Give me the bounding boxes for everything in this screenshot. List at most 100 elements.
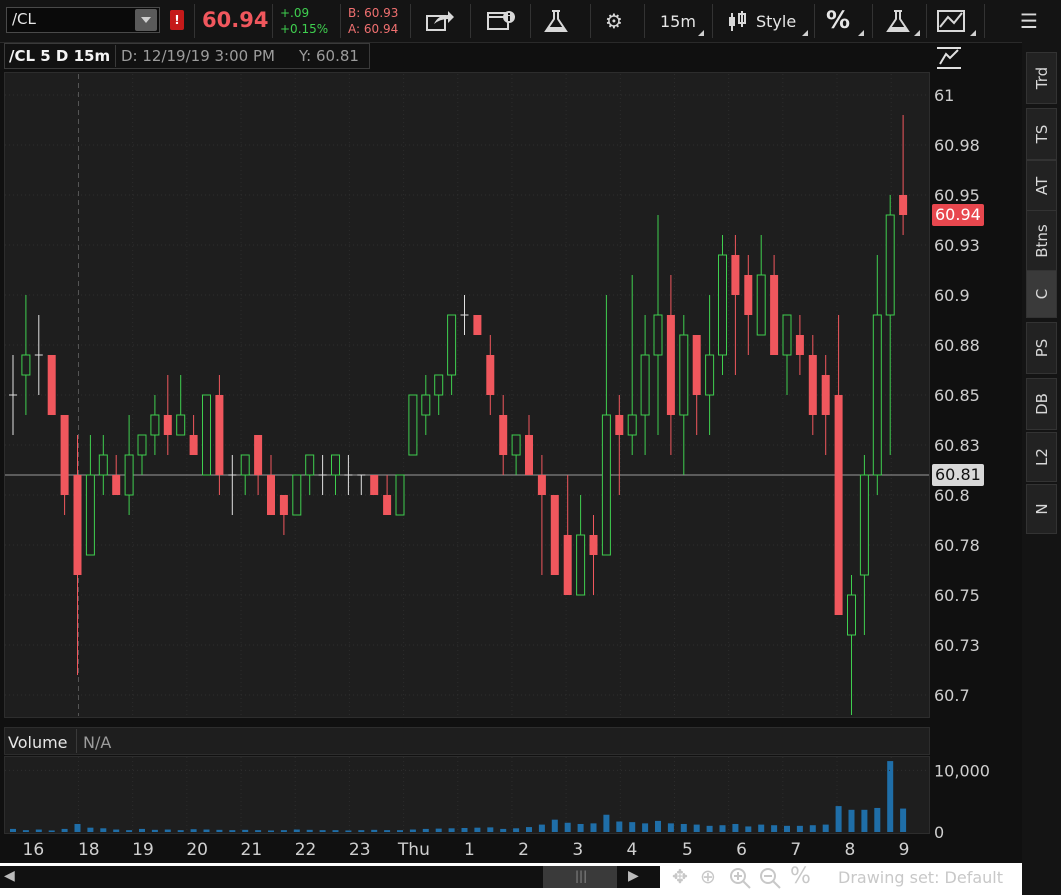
side-tab-l2[interactable]: L2 [1026,432,1057,482]
candle-body [47,355,56,415]
volume-bar [745,826,752,832]
scroll-right-icon[interactable]: ▶ [628,868,639,884]
volume-bar [203,829,210,832]
price-tick-label: 60.98 [934,136,980,155]
candle-body [718,254,727,356]
volume-bar [100,828,107,832]
side-tab-btns[interactable]: Btns [1026,210,1057,272]
volume-bar [74,823,81,832]
volume-bar [126,830,133,832]
time-axis-label: 5 [682,840,693,860]
side-tab-n[interactable]: N [1026,484,1057,534]
volume-bar [190,829,197,832]
candle-body [847,594,856,636]
candle-body [112,475,121,495]
candle-body [537,475,546,495]
volume-bar [151,829,158,832]
crosshair-price-tag: 60.81 [932,464,984,486]
candle-body [21,354,31,376]
side-tab-db[interactable]: DB [1026,378,1057,430]
scroll-left-icon[interactable]: ◀ [4,868,15,884]
candle-body [692,335,701,395]
volume-bar [177,830,184,832]
side-tab-ts[interactable]: TS [1026,108,1057,160]
candle-body [254,435,263,475]
side-tab-label: N [1032,503,1051,515]
candle-body [640,354,650,416]
candle-body [383,495,392,515]
volume-bar [345,830,352,832]
candle-body [137,434,147,456]
volume-bar [526,827,532,832]
candle-body [305,454,315,476]
candle-body [770,275,779,355]
candle-body [267,475,275,515]
candle-body [202,394,211,476]
candle-body [589,535,598,555]
volume-bar [319,830,326,832]
candle-body [821,375,830,415]
time-axis-label: 22 [295,840,317,860]
volume-bar [822,824,829,832]
chart-canvas[interactable]: 6160.9860.9560.9360.960.8860.8560.8360.8… [0,0,1022,862]
side-tab-label: DB [1032,393,1051,415]
candle-body [150,414,160,436]
side-tab-at[interactable]: AT [1026,160,1057,212]
time-axis-label: 9 [899,840,910,860]
time-axis-label: 4 [626,840,637,860]
side-tab-label: AT [1032,176,1051,196]
candle-body [576,534,586,596]
candle-body [408,394,418,456]
side-tab-label: PS [1032,338,1051,358]
volume-bar [590,823,597,832]
side-tab-ps[interactable]: PS [1026,322,1057,374]
time-axis-label: 6 [736,840,747,860]
candle-body [124,454,134,496]
side-tab-label: Trd [1032,66,1051,90]
candle-body [163,415,172,435]
candle-body [486,355,495,395]
candle-body [98,454,108,476]
candle-body [434,374,444,396]
time-axis-label: 8 [845,840,856,860]
volume-bar [139,828,145,832]
volume-bar [384,830,391,832]
time-axis-label: 2 [518,840,529,860]
candle-body [885,214,895,316]
volume-bar [332,830,339,832]
side-tab-trd[interactable]: Trd [1026,52,1057,104]
price-tick-label: 60.95 [934,186,980,205]
volume-bar [861,809,868,832]
volume-bar [835,806,842,832]
candle-body [189,435,198,455]
candle-body [215,395,224,475]
volume-bar [758,824,765,832]
candle-body [653,314,663,356]
volume-bar [87,827,94,832]
candle-body [679,334,689,416]
candle-body [601,414,611,556]
volume-bar [306,829,313,832]
volume-bar [448,828,455,832]
zoom-in-icon[interactable] [728,866,752,894]
volume-bar [667,823,674,832]
pan-icon[interactable]: ✥ [672,866,688,888]
time-axis-label: 16 [23,840,45,860]
zoom-out-icon[interactable] [758,866,782,894]
drawing-set-label[interactable]: Drawing set: Default [838,868,1003,887]
price-tick-label: 60.8 [934,486,970,505]
volume-bar [435,828,442,832]
candle-body [615,415,624,435]
percent-scale-button[interactable]: % [790,864,811,889]
candle-body [447,314,457,376]
volume-bar [164,829,171,832]
volume-bar [461,827,468,832]
crosshair-icon[interactable]: ⊕ [700,866,716,888]
candle-body [705,354,715,396]
volume-bar [48,830,55,832]
volume-bar [280,830,287,832]
price-tick-label: 60.75 [934,586,980,605]
candle-body [499,415,508,455]
side-tab-c[interactable]: C [1026,270,1057,318]
time-axis-label: 7 [790,840,801,860]
